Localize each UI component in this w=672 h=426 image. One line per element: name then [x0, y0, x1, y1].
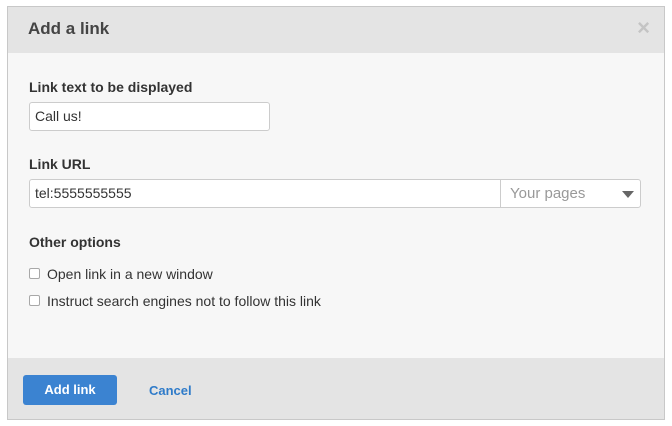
add-link-button[interactable]: Add link — [23, 375, 117, 405]
your-pages-select[interactable]: Your pages — [500, 180, 640, 207]
dialog-header: Add a link × — [8, 7, 664, 53]
close-icon[interactable]: × — [637, 17, 650, 39]
open-new-window-label: Open link in a new window — [47, 266, 213, 282]
select-value: Your pages — [510, 185, 586, 202]
cancel-link[interactable]: Cancel — [149, 383, 192, 398]
link-url-input[interactable]: tel:5555555555 — [30, 180, 500, 207]
link-text-input[interactable]: Call us! — [29, 102, 270, 131]
link-url-label: Link URL — [29, 156, 91, 172]
dialog-footer: Add link Cancel — [8, 358, 664, 419]
other-options-label: Other options — [29, 234, 121, 250]
chevron-down-icon — [622, 191, 634, 198]
open-new-window-checkbox[interactable] — [29, 268, 40, 279]
nofollow-checkbox[interactable] — [29, 295, 40, 306]
dialog-title: Add a link — [28, 19, 110, 38]
add-link-dialog: Add a link × Link text to be displayed C… — [7, 6, 665, 420]
link-url-group: tel:5555555555 Your pages — [29, 179, 641, 208]
link-text-label: Link text to be displayed — [29, 79, 193, 95]
nofollow-label: Instruct search engines not to follow th… — [47, 293, 321, 309]
